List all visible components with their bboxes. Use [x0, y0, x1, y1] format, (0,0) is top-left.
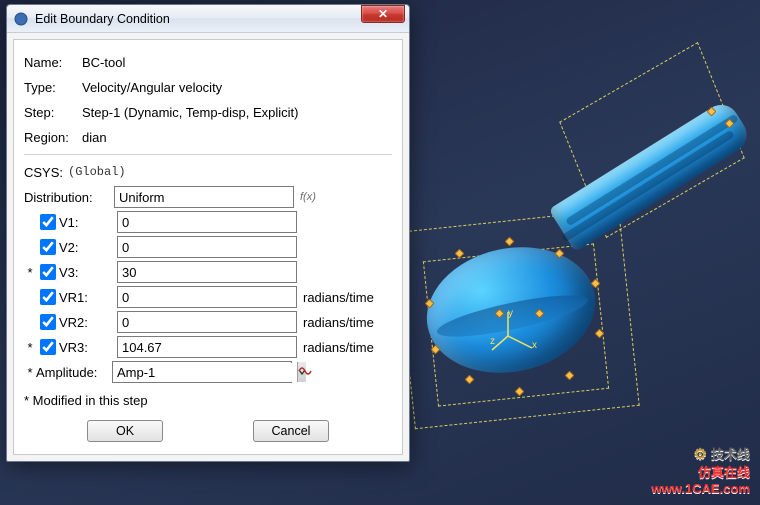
ok-button[interactable]: OK	[87, 420, 163, 442]
vr1-unit: radians/time	[303, 290, 374, 305]
region-label: Region:	[24, 130, 82, 145]
titlebar[interactable]: Edit Boundary Condition ✕	[7, 5, 409, 33]
amplitude-label: Amplitude:	[36, 365, 112, 380]
vr1-label: VR1:	[59, 290, 117, 305]
watermark-brand-en: 技术线	[711, 447, 750, 463]
vr2-checkbox[interactable]	[40, 314, 56, 330]
v2-input[interactable]	[117, 236, 297, 258]
watermark-url: www.1CAE.com	[652, 481, 750, 497]
edit-bc-dialog: Edit Boundary Condition ✕ Name: BC-tool …	[6, 4, 410, 462]
close-button[interactable]: ✕	[361, 5, 405, 23]
name-value: BC-tool	[82, 55, 392, 70]
distribution-label: Distribution:	[24, 190, 114, 205]
vr2-label: VR2:	[59, 315, 117, 330]
app-icon	[13, 11, 29, 27]
type-label: Type:	[24, 80, 82, 95]
watermark: ⚙技术线 仿真在线 www.1CAE.com	[652, 446, 750, 497]
vr1-input[interactable]	[117, 286, 297, 308]
type-value: Velocity/Angular velocity	[82, 80, 392, 95]
close-icon: ✕	[378, 7, 388, 21]
fx-icon[interactable]: f(x)	[300, 191, 316, 203]
star: *	[24, 340, 36, 355]
step-value: Step-1 (Dynamic, Temp-disp, Explicit)	[82, 105, 392, 120]
star: *	[24, 365, 36, 380]
vr3-label: VR3:	[59, 340, 117, 355]
v2-label: V2:	[59, 240, 117, 255]
viewport-3d[interactable]: y x z	[396, 50, 756, 450]
v3-input[interactable]	[117, 261, 297, 283]
v3-checkbox[interactable]	[40, 264, 56, 280]
dialog-title: Edit Boundary Condition	[35, 12, 361, 26]
region-value: dian	[82, 130, 392, 145]
name-label: Name:	[24, 55, 82, 70]
amplitude-combo[interactable]	[112, 361, 292, 383]
watermark-brand-cn: 仿真在线	[652, 465, 750, 481]
vr3-input[interactable]	[117, 336, 297, 358]
v1-label: V1:	[59, 215, 117, 230]
step-label: Step:	[24, 105, 82, 120]
cancel-button[interactable]: Cancel	[253, 420, 329, 442]
amplitude-curve-icon[interactable]	[298, 364, 314, 381]
csys-value: (Global)	[68, 165, 126, 179]
star: *	[24, 265, 36, 280]
modified-note: * Modified in this step	[24, 393, 392, 408]
amplitude-input[interactable]	[113, 363, 297, 382]
vr2-unit: radians/time	[303, 315, 374, 330]
separator	[24, 154, 392, 155]
v2-checkbox[interactable]	[40, 239, 56, 255]
vr3-checkbox[interactable]	[40, 339, 56, 355]
vr1-checkbox[interactable]	[40, 289, 56, 305]
dialog-body: Name: BC-tool Type: Velocity/Angular vel…	[13, 39, 403, 455]
vr2-input[interactable]	[117, 311, 297, 333]
v1-input[interactable]	[117, 211, 297, 233]
v3-label: V3:	[59, 265, 117, 280]
gear-icon: ⚙	[694, 446, 707, 465]
distribution-input[interactable]	[114, 186, 294, 208]
csys-label: CSYS:	[24, 165, 68, 180]
v1-checkbox[interactable]	[40, 214, 56, 230]
vr3-unit: radians/time	[303, 340, 374, 355]
